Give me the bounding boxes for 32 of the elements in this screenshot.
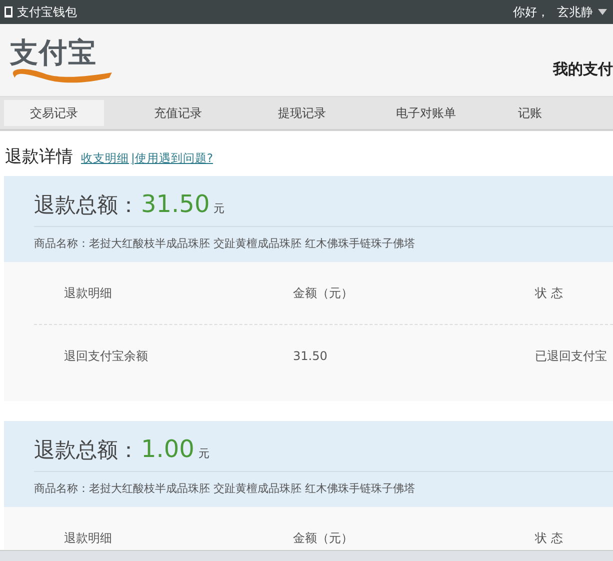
greeting: 你好， bbox=[513, 4, 549, 20]
nav-tab[interactable]: 充值记录 bbox=[128, 100, 228, 126]
column-header: 金额（元） bbox=[293, 530, 354, 546]
page-heading: 我的支付 bbox=[553, 60, 613, 78]
column-header: 退款明细 bbox=[63, 530, 113, 546]
product-name: 商品名称：老挝大红酸枝半成品珠胚 交趾黄檀成品珠胚 红木佛珠手链珠子佛塔 bbox=[34, 481, 416, 497]
total-label: 退款总额： bbox=[34, 192, 139, 219]
page-title: 退款详情 bbox=[5, 146, 73, 168]
nav-tab[interactable]: 电子对账单 bbox=[376, 100, 476, 126]
user-name[interactable]: 玄兆静 bbox=[557, 4, 593, 20]
total-label: 退款总额： bbox=[34, 437, 139, 464]
logo[interactable]: 支付宝 bbox=[10, 37, 97, 69]
column-header: 金额（元） bbox=[293, 284, 354, 302]
help-link[interactable]: 收支明细 bbox=[81, 151, 129, 165]
column-header: 退款明细 bbox=[63, 284, 113, 302]
column-header: 状 态 bbox=[535, 530, 564, 546]
app-title: 支付宝钱包 bbox=[17, 4, 77, 20]
nav-tab[interactable]: 提现记录 bbox=[252, 100, 352, 126]
table-cell-text: 31.50 bbox=[293, 349, 328, 363]
table-cell-text: 已退回支付宝 bbox=[535, 348, 608, 364]
caret-icon[interactable] bbox=[598, 9, 607, 15]
nav-tab[interactable]: 记账 bbox=[500, 100, 560, 126]
help-link[interactable]: |使用遇到问题? bbox=[131, 151, 213, 165]
phone-icon bbox=[4, 6, 13, 18]
product-name: 商品名称：老挝大红酸枝半成品珠胚 交趾黄檀成品珠胚 红木佛珠手链珠子佛塔 bbox=[34, 236, 416, 252]
currency-unit: 元 bbox=[214, 201, 225, 216]
nav-tab[interactable]: 交易记录 bbox=[4, 100, 104, 126]
refund-amount: 31.50 bbox=[141, 190, 210, 218]
table-cell-text: 退回支付宝余额 bbox=[63, 348, 149, 364]
refund-amount: 1.00 bbox=[141, 435, 194, 463]
column-header: 状 态 bbox=[535, 284, 564, 302]
currency-unit: 元 bbox=[198, 446, 210, 461]
